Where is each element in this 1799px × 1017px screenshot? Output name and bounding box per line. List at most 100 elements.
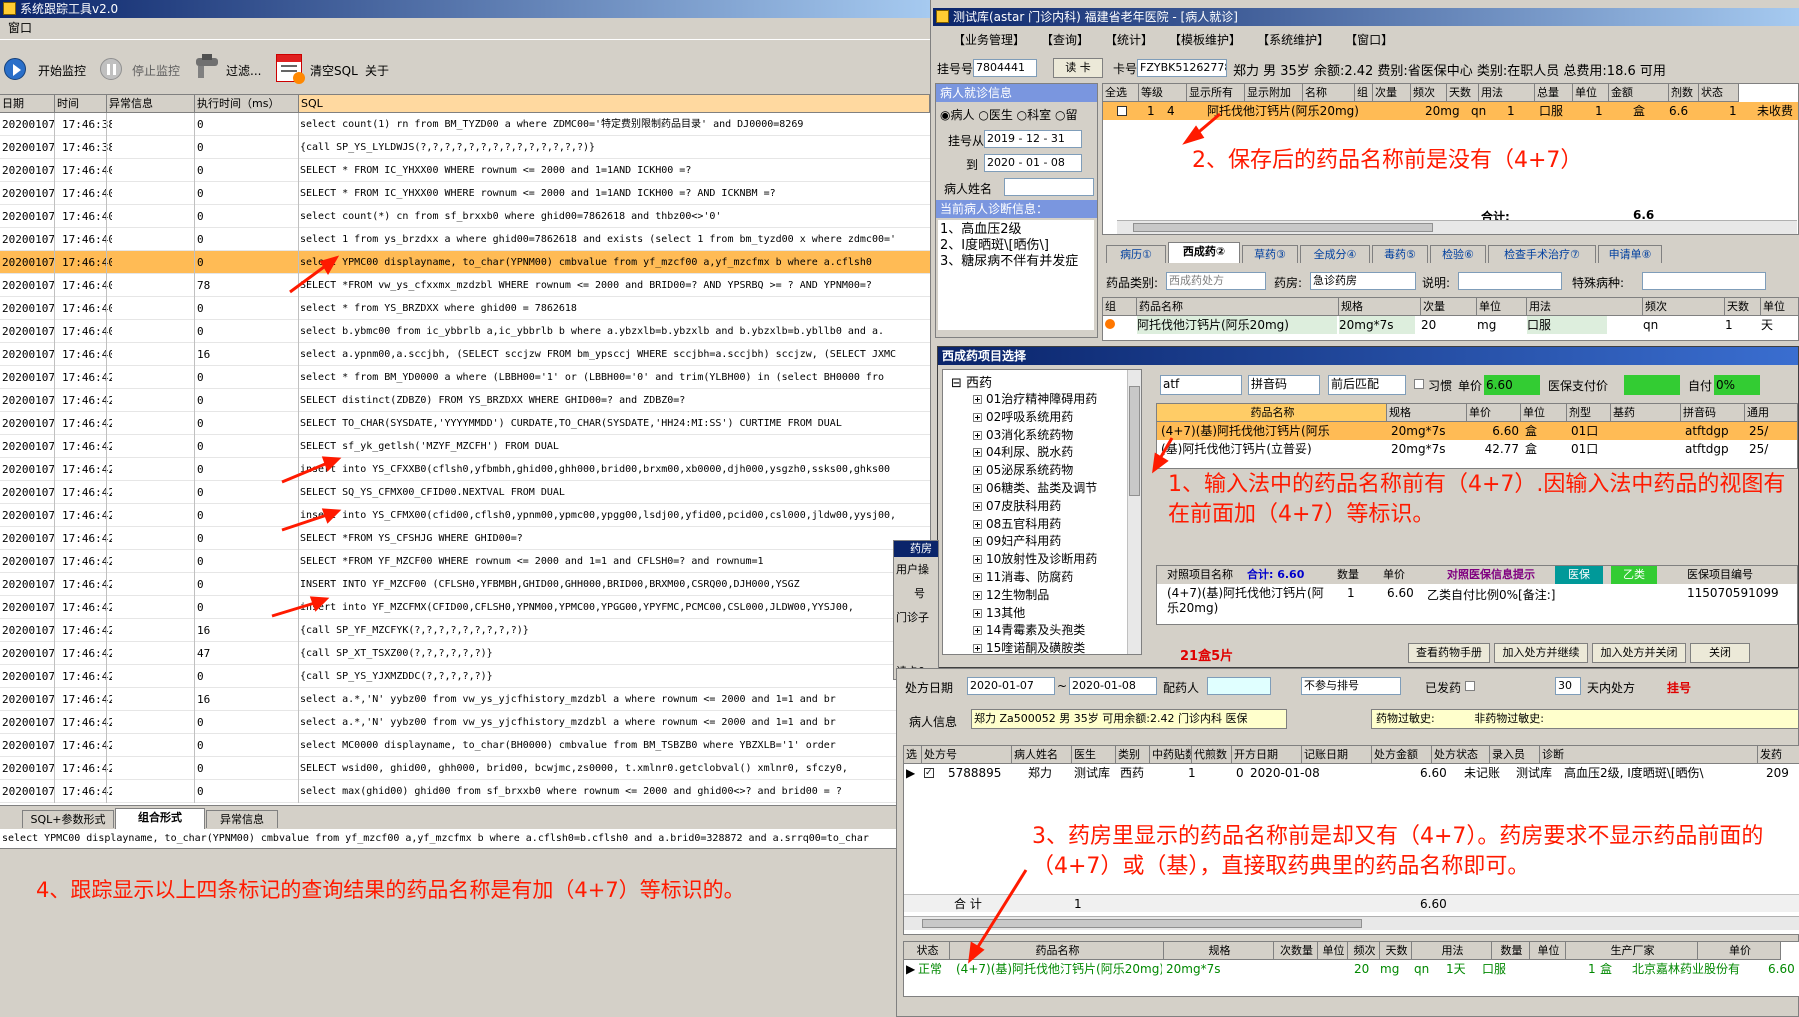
order-col-4[interactable]: 名称 bbox=[1303, 84, 1355, 102]
order-row[interactable]: 1 4 阿托伐他汀钙片(阿乐20mg) 20mg qn 1 口服 1 盒 6.6… bbox=[1103, 102, 1798, 120]
rx-col-5[interactable]: 用法 bbox=[1527, 298, 1643, 316]
order-col-13[interactable]: 剂数 bbox=[1669, 84, 1699, 102]
order-col-1[interactable]: 等级 bbox=[1139, 84, 1187, 102]
ph-detail-col-6[interactable]: 天数 bbox=[1380, 942, 1412, 960]
tree-item-category[interactable]: 08五官科用药 bbox=[973, 515, 1061, 532]
radio-stay[interactable]: ○留 bbox=[1055, 108, 1078, 122]
dispenser-field[interactable] bbox=[1207, 677, 1271, 695]
row-check[interactable]: ✓ bbox=[924, 768, 934, 778]
rx-tab-2[interactable]: 草药③ bbox=[1242, 245, 1298, 263]
rx-tab-7[interactable]: 申请单⑧ bbox=[1598, 245, 1662, 263]
add-close-button[interactable]: 加入处方并关闭 bbox=[1592, 643, 1686, 663]
order-col-14[interactable]: 状态 bbox=[1699, 84, 1739, 102]
rx-col-3[interactable]: 次量 bbox=[1421, 298, 1477, 316]
tree-item-category[interactable]: 10放射性及诊断用药 bbox=[973, 550, 1097, 567]
pharmacy-hscroll[interactable] bbox=[904, 916, 1799, 930]
tree-item-category[interactable]: 05泌尿系统药物 bbox=[973, 461, 1073, 478]
order-col-8[interactable]: 天数 bbox=[1447, 84, 1479, 102]
expand-plus-icon[interactable] bbox=[973, 519, 982, 529]
expand-plus-icon[interactable] bbox=[973, 590, 982, 600]
note-select[interactable] bbox=[1458, 272, 1562, 290]
drug-search-input[interactable]: atf bbox=[1160, 375, 1242, 395]
tree-item-category[interactable]: 07皮肤科用药 bbox=[973, 497, 1061, 514]
expand-plus-icon[interactable] bbox=[973, 555, 982, 565]
drug-type-select[interactable]: 西成药处方 bbox=[1166, 272, 1266, 290]
expand-plus-icon[interactable] bbox=[973, 430, 982, 440]
ph-col-10[interactable]: 处方状态 bbox=[1432, 746, 1490, 764]
rx-unit[interactable]: mg bbox=[1477, 316, 1496, 334]
habit-checkbox[interactable] bbox=[1414, 379, 1424, 389]
ph-col-12[interactable]: 诊断 bbox=[1540, 746, 1758, 764]
his-menu-item-0[interactable]: 【业务管理】 bbox=[945, 30, 1033, 50]
search-mode-select[interactable]: 拼音码 bbox=[1248, 375, 1320, 395]
side-label-3[interactable]: 门诊子 bbox=[896, 609, 929, 625]
ph-col-11[interactable]: 录入员 bbox=[1490, 746, 1540, 764]
order-col-7[interactable]: 频次 bbox=[1411, 84, 1447, 102]
order-col-9[interactable]: 用法 bbox=[1479, 84, 1535, 102]
radio-patient[interactable]: ◉病人 bbox=[940, 108, 975, 122]
drug-col-5[interactable]: 基药 bbox=[1611, 404, 1681, 422]
ph-col-7[interactable]: 开方日期 bbox=[1232, 746, 1302, 764]
order-col-5[interactable]: 组 bbox=[1355, 84, 1373, 102]
order-col-10[interactable]: 总量 bbox=[1535, 84, 1573, 102]
his-menu-item-3[interactable]: 【模板维护】 bbox=[1161, 30, 1249, 50]
ph-detail-col-8[interactable]: 数量 bbox=[1492, 942, 1530, 960]
drug-list-row[interactable]: (基)阿托伐他汀钙片(立普妥) 20mg*7s 42.77 盒 01口 atftdgp 25… bbox=[1157, 440, 1797, 458]
drug-col-2[interactable]: 单价 bbox=[1467, 404, 1521, 422]
ph-col-6[interactable]: 代煎数 bbox=[1192, 746, 1232, 764]
drug-col-7[interactable]: 通用 bbox=[1745, 404, 1797, 422]
ph-detail-col-2[interactable]: 规格 bbox=[1164, 942, 1274, 960]
order-col-0[interactable]: 全选 bbox=[1103, 84, 1139, 102]
expand-plus-icon[interactable] bbox=[973, 501, 982, 511]
order-hscroll[interactable] bbox=[1117, 220, 1797, 234]
drug-manual-button[interactable]: 查看药物手册 bbox=[1408, 643, 1490, 663]
ph-detail-col-9[interactable]: 单位 bbox=[1530, 942, 1566, 960]
his-menu-item-2[interactable]: 【统计】 bbox=[1097, 30, 1161, 50]
pharmacy-detail-row[interactable]: ▶ 正常 (4+7)(基)阿托伐他汀钙片(阿乐20mg) 20mg*7s 20 … bbox=[904, 960, 1799, 978]
read-card-button[interactable]: 读 卡 bbox=[1053, 58, 1103, 78]
his-menu-item-4[interactable]: 【系统维护】 bbox=[1249, 30, 1337, 50]
his-menu-item-5[interactable]: 【窗口】 bbox=[1337, 30, 1401, 50]
ph-col-1[interactable]: 处方号 bbox=[922, 746, 1012, 764]
ph-detail-col-1[interactable]: 药品名称 bbox=[950, 942, 1164, 960]
radio-doctor[interactable]: ○医生 bbox=[978, 108, 1013, 122]
order-col-11[interactable]: 单位 bbox=[1573, 84, 1609, 102]
patient-name-field[interactable] bbox=[1004, 178, 1094, 196]
ph-col-3[interactable]: 医生 bbox=[1072, 746, 1116, 764]
rx-col-1[interactable]: 药品名称 bbox=[1137, 298, 1339, 316]
ph-detail-col-0[interactable]: 状态 bbox=[904, 942, 950, 960]
expand-plus-icon[interactable] bbox=[973, 537, 982, 547]
tree-vscroll[interactable] bbox=[1127, 370, 1141, 654]
tree-item-category[interactable]: 13其他 bbox=[973, 604, 1025, 621]
expand-plus-icon[interactable] bbox=[973, 466, 982, 476]
tree-item-category[interactable]: 09妇产科用药 bbox=[973, 532, 1061, 549]
rx-col-7[interactable]: 天数 bbox=[1725, 298, 1761, 316]
rx-tab-0[interactable]: 病历① bbox=[1106, 245, 1166, 263]
close-button[interactable]: 关闭 bbox=[1690, 643, 1750, 663]
expand-plus-icon[interactable] bbox=[973, 448, 982, 458]
drug-col-3[interactable]: 单位 bbox=[1521, 404, 1567, 422]
date-to-field[interactable]: 2020 - 01 - 08 bbox=[984, 154, 1082, 172]
expand-plus-icon[interactable] bbox=[973, 395, 982, 404]
expand-plus-icon[interactable] bbox=[973, 644, 982, 654]
sort-select[interactable]: 不参与排号 bbox=[1301, 677, 1401, 695]
drug-col-6[interactable]: 拼音码 bbox=[1681, 404, 1745, 422]
ph-col-8[interactable]: 记账日期 bbox=[1302, 746, 1372, 764]
expand-plus-icon[interactable] bbox=[973, 626, 982, 636]
tree-item-category[interactable]: 14青霉素及头孢类 bbox=[973, 621, 1085, 638]
drug-list-row[interactable]: (4+7)(基)阿托伐他汀钙片(阿乐 20mg*7s 6.60 盒 01口 atftdgp… bbox=[1157, 422, 1797, 440]
ph-detail-col-7[interactable]: 用法 bbox=[1412, 942, 1492, 960]
rx-date-to[interactable]: 2020-01-08 bbox=[1069, 677, 1157, 695]
tree-item-category[interactable]: 03消化系统药物 bbox=[973, 426, 1073, 443]
drug-col-0[interactable]: 药品名称 bbox=[1157, 404, 1387, 422]
match-mode-select[interactable]: 前后匹配 bbox=[1328, 375, 1406, 395]
his-menu-item-1[interactable]: 【查询】 bbox=[1033, 30, 1097, 50]
ph-col-0[interactable]: 选 bbox=[904, 746, 922, 764]
rx-tab-1[interactable]: 西成药② bbox=[1168, 242, 1240, 263]
radio-dept[interactable]: ○科室 bbox=[1017, 108, 1052, 122]
drug-col-4[interactable]: 剂型 bbox=[1567, 404, 1611, 422]
tree-item-category[interactable]: 04利尿、脱水药 bbox=[973, 443, 1073, 460]
ph-detail-col-3[interactable]: 次数量 bbox=[1274, 942, 1318, 960]
rx-tab-4[interactable]: 毒药⑤ bbox=[1372, 245, 1428, 263]
drug-col-1[interactable]: 规格 bbox=[1387, 404, 1467, 422]
